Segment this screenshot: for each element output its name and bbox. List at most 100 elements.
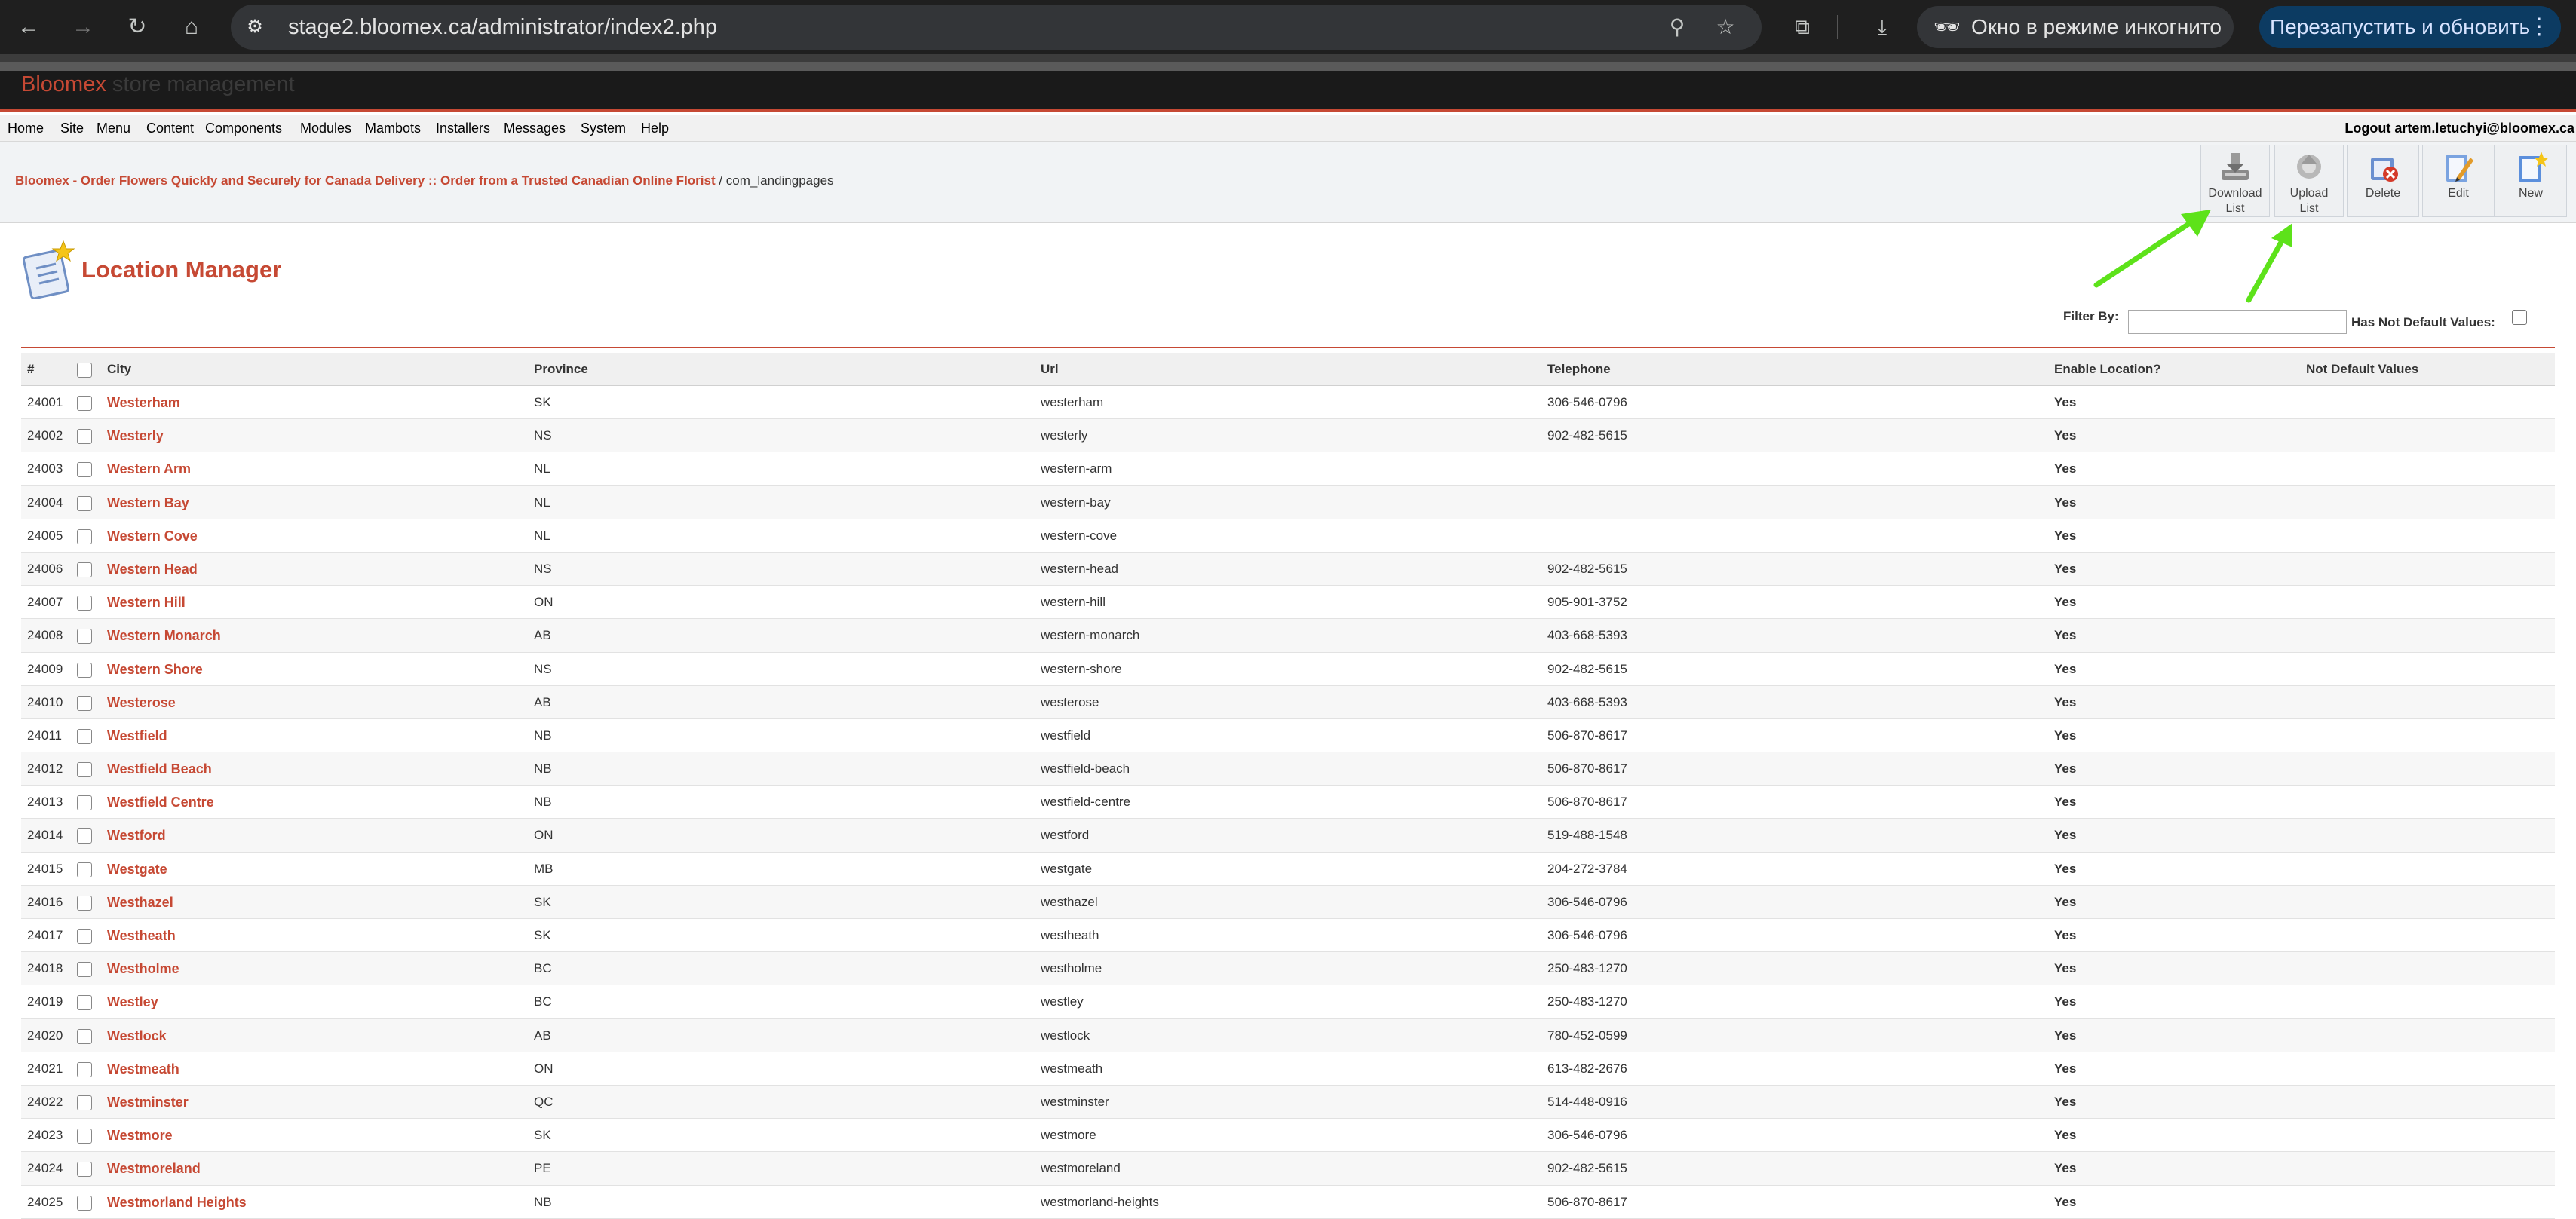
city-link[interactable]: Westmeath (107, 1052, 179, 1085)
site-info-icon[interactable]: ⚙ (241, 15, 268, 39)
delete-button[interactable]: Delete (2347, 145, 2419, 217)
row-checkbox[interactable] (77, 629, 92, 645)
incognito-chip[interactable]: 🕶 Окно в режиме инкогнито (1917, 6, 2234, 48)
header-city[interactable]: City (107, 353, 131, 385)
edit-icon (2446, 155, 2473, 182)
table-row: 24018 Westholme BC westholme 250-483-1270 Yes (21, 952, 2555, 986)
city-link[interactable]: Westfield Centre (107, 786, 214, 818)
upload-list-button[interactable]: Upload List (2274, 145, 2344, 217)
relaunch-button[interactable]: Перезапустить и обновить ⋮ (2259, 6, 2561, 48)
header-url[interactable]: Url (1041, 353, 1059, 385)
menu-components[interactable]: Components (205, 115, 282, 142)
city-link[interactable]: Western Monarch (107, 619, 221, 651)
row-checkbox[interactable] (77, 662, 92, 678)
menu-mambots[interactable]: Mambots (365, 115, 421, 142)
city-link[interactable]: Westmorland Heights (107, 1186, 247, 1218)
has-not-default-checkbox[interactable] (2512, 310, 2527, 325)
row-number: 24007 (27, 595, 63, 610)
more-menu-icon[interactable]: ⋮ (2528, 6, 2550, 48)
row-checkbox[interactable] (77, 762, 92, 778)
header-telephone[interactable]: Telephone (1547, 353, 1611, 385)
menu-modules[interactable]: Modules (300, 115, 351, 142)
row-checkbox[interactable] (77, 495, 92, 511)
row-checkbox[interactable] (77, 1162, 92, 1178)
bookmark-star-icon[interactable]: ☆ (1709, 11, 1742, 44)
menu-messages[interactable]: Messages (504, 115, 566, 142)
city-link[interactable]: Westgate (107, 853, 167, 885)
address-url[interactable]: stage2.bloomex.ca/administrator/index2.p… (288, 5, 717, 50)
row-checkbox[interactable] (77, 695, 92, 711)
select-all-checkbox[interactable] (77, 363, 92, 378)
city-link[interactable]: Westheath (107, 919, 176, 951)
row-checkbox[interactable] (77, 596, 92, 611)
city-link[interactable]: Western Arm (107, 452, 191, 485)
city-link[interactable]: Westholme (107, 952, 179, 985)
city-link[interactable]: Westminster (107, 1086, 189, 1118)
breadcrumb-site-link[interactable]: Bloomex - Order Flowers Quickly and Secu… (15, 173, 716, 188)
row-checkbox[interactable] (77, 862, 92, 877)
row-checkbox[interactable] (77, 429, 92, 445)
forward-arrow-icon[interactable]: → (65, 9, 101, 45)
zoom-icon[interactable]: ⚲ (1661, 11, 1694, 44)
menu-help[interactable]: Help (641, 115, 669, 142)
row-checkbox[interactable] (77, 462, 92, 478)
row-checkbox[interactable] (77, 1195, 92, 1211)
row-checkbox[interactable] (77, 528, 92, 544)
city-link[interactable]: Western Hill (107, 586, 186, 618)
city-link[interactable]: Westhazel (107, 886, 173, 918)
city-link[interactable]: Western Bay (107, 486, 189, 519)
city-link[interactable]: Westmoreland (107, 1152, 201, 1184)
row-checkbox[interactable] (77, 396, 92, 411)
menu-content[interactable]: Content (146, 115, 194, 142)
header-province[interactable]: Province (534, 353, 588, 385)
extensions-icon[interactable]: ⧉ (1784, 9, 1820, 45)
menu-system[interactable]: System (581, 115, 626, 142)
city-link[interactable]: Westfield Beach (107, 752, 212, 785)
telephone-cell: 403-668-5393 (1547, 628, 1627, 643)
table-row: 24021 Westmeath ON westmeath 613-482-2676 Yes (21, 1052, 2555, 1086)
back-arrow-icon[interactable]: ← (11, 9, 47, 45)
city-link[interactable]: Westford (107, 819, 166, 851)
city-link[interactable]: Westerose (107, 686, 176, 718)
menu-installers[interactable]: Installers (436, 115, 490, 142)
reload-icon[interactable]: ↻ (119, 9, 155, 45)
banner-brand: Bloomex (21, 72, 106, 96)
menu-menu[interactable]: Menu (97, 115, 130, 142)
row-checkbox[interactable] (77, 962, 92, 978)
city-link[interactable]: Westlock (107, 1019, 167, 1052)
edit-button[interactable]: Edit (2422, 145, 2495, 217)
city-link[interactable]: Western Shore (107, 653, 203, 685)
city-link[interactable]: Westmore (107, 1119, 173, 1151)
city-link[interactable]: Westerham (107, 386, 180, 418)
city-link[interactable]: Westfield (107, 719, 167, 752)
row-checkbox[interactable] (77, 728, 92, 744)
city-link[interactable]: Westley (107, 985, 158, 1018)
filter-input[interactable] (2128, 310, 2347, 334)
city-link[interactable]: Western Cove (107, 519, 198, 552)
row-checkbox[interactable] (77, 1129, 92, 1144)
row-checkbox[interactable] (77, 1028, 92, 1044)
logout-link[interactable]: Logout artem.letuchyi@bloomex.ca (2344, 115, 2574, 142)
header-not-default[interactable]: Not Default Values (2306, 353, 2418, 385)
row-checkbox[interactable] (77, 1061, 92, 1077)
home-icon[interactable]: ⌂ (173, 9, 210, 45)
city-link[interactable]: Westerly (107, 419, 164, 452)
url-cell: westminster (1041, 1094, 1109, 1109)
address-bar[interactable]: ⚙ stage2.bloomex.ca/administrator/index2… (231, 5, 1762, 50)
row-checkbox[interactable] (77, 562, 92, 577)
menu-home[interactable]: Home (8, 115, 44, 142)
row-checkbox[interactable] (77, 828, 92, 844)
table-row: 24023 Westmore SK westmore 306-546-0796 Yes (21, 1119, 2555, 1153)
new-button[interactable]: New (2495, 145, 2567, 217)
row-checkbox[interactable] (77, 895, 92, 911)
downloads-icon[interactable]: ⤓ (1864, 9, 1900, 45)
row-checkbox[interactable] (77, 1095, 92, 1110)
url-cell: western-arm (1041, 461, 1112, 476)
row-checkbox[interactable] (77, 795, 92, 811)
row-number: 24011 (27, 727, 63, 743)
row-checkbox[interactable] (77, 929, 92, 944)
menu-site[interactable]: Site (60, 115, 84, 142)
header-enable[interactable]: Enable Location? (2054, 353, 2161, 385)
city-link[interactable]: Western Head (107, 553, 198, 585)
row-checkbox[interactable] (77, 995, 92, 1011)
